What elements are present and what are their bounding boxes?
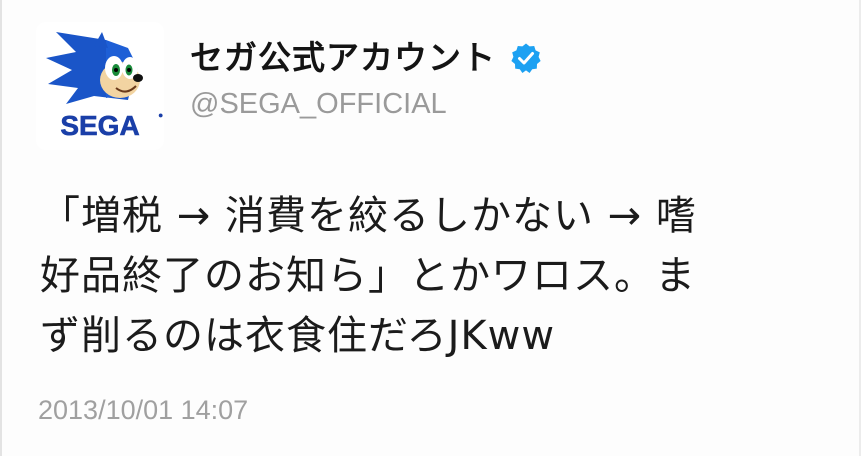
tweet-text: 「増税 → 消費を絞るしかない → 嗜 好品終了のお知ら」とかワロス。ま ず削る… [40, 186, 830, 366]
tweet-text-line: 好品終了のお知ら」とかワロス。ま [40, 253, 696, 299]
tweet-text-line: ず削るのは衣食住だろJKww [40, 313, 556, 359]
display-name-text[interactable]: セガ公式アカウント [190, 38, 496, 78]
svg-text:●: ● [158, 110, 163, 120]
verified-badge-icon [510, 42, 542, 74]
tweet-card[interactable]: SEGA ● セガ公式アカウント @SEGA_OFFICIAL 「増税 → 消費… [0, 0, 861, 456]
tweet-text-line: 「増税 → 消費を絞るしかない → 嗜 [40, 193, 697, 239]
sonic-avatar-icon: SEGA ● [42, 32, 163, 141]
avatar[interactable]: SEGA ● [36, 22, 164, 150]
sega-logo-text: SEGA [60, 110, 139, 141]
account-handle[interactable]: @SEGA_OFFICIAL [190, 84, 447, 124]
display-name[interactable]: セガ公式アカウント [190, 38, 542, 78]
card-left-border [0, 0, 2, 456]
tweet-timestamp[interactable]: 2013/10/01 14:07 [38, 392, 248, 428]
